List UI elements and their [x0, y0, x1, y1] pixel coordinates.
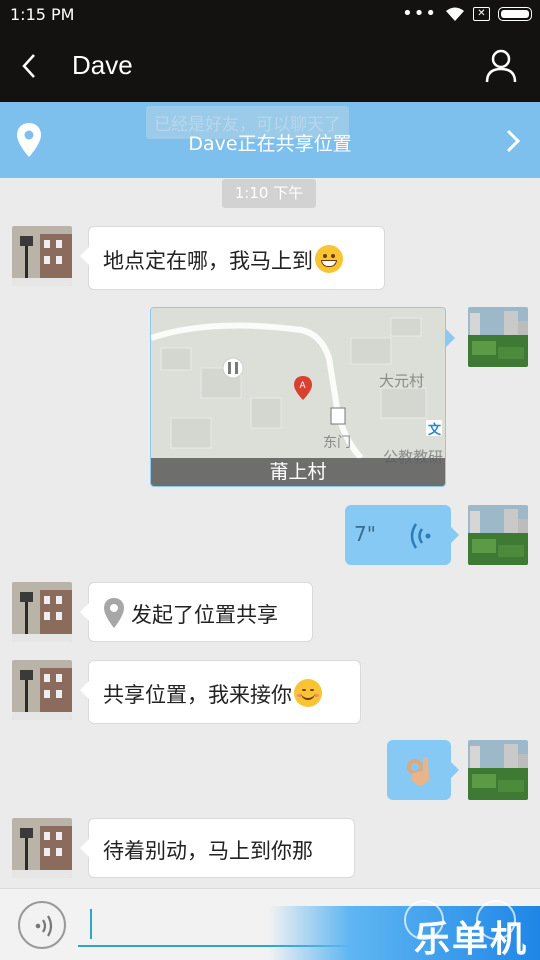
status-icons: ••• ✕ — [402, 3, 532, 24]
location-sharing-banner[interactable]: 已经是好友，可以聊天了 Dave正在共享位置 — [0, 102, 540, 178]
avatar-dave[interactable] — [12, 818, 72, 878]
map-label-village: 大元村 — [379, 372, 425, 390]
message-text: 共享位置，我来接你 — [103, 679, 322, 709]
map-label-gate: 东门 — [323, 435, 351, 451]
message-timestamp: 1:10 下午 — [222, 179, 316, 208]
message-bubble[interactable]: 待着别动，马上到你那 — [80, 818, 355, 878]
message-text: 地点定在哪，我马上到 — [103, 245, 343, 275]
voice-message-bubble[interactable]: 7" — [345, 505, 459, 565]
voice-toggle-button[interactable] — [18, 901, 66, 949]
avatar-dave[interactable] — [12, 660, 72, 720]
status-time: 1:15 PM — [10, 5, 75, 24]
emoji-button[interactable] — [404, 900, 444, 940]
location-pin-icon — [104, 598, 124, 628]
avatar-self[interactable] — [468, 307, 528, 367]
text-cursor — [90, 909, 92, 939]
chat-title: Dave — [72, 50, 133, 80]
person-icon[interactable] — [484, 48, 518, 84]
grin-emoji-icon — [315, 245, 343, 273]
map-bubble-tail — [446, 329, 455, 347]
message-text: 发起了位置共享 — [131, 603, 278, 627]
ok-hand-emoji-icon — [407, 757, 429, 786]
svg-text:文: 文 — [428, 422, 442, 438]
message-text: 待着别动，马上到你那 — [103, 839, 313, 863]
status-bar: 1:15 PM ••• ✕ — [0, 0, 540, 30]
voice-icon — [35, 915, 53, 937]
avatar-self[interactable] — [468, 740, 528, 800]
wifi-icon — [446, 7, 464, 21]
voice-wave-icon — [410, 523, 431, 549]
map-location-caption: 莆上村 — [151, 458, 445, 486]
more-dots-icon: ••• — [402, 3, 437, 24]
emoji-message-bubble[interactable] — [387, 740, 459, 800]
battery-icon — [498, 7, 532, 21]
chevron-right-icon — [506, 129, 521, 153]
location-map-card[interactable]: A 文 大元村 东门 公教教研 莆上村 — [150, 307, 446, 487]
avatar-dave[interactable] — [12, 582, 72, 642]
svg-text:A: A — [300, 381, 307, 391]
sharing-banner-text: Dave正在共享位置 — [188, 133, 352, 155]
chevron-left-icon[interactable] — [16, 50, 46, 82]
blush-smile-emoji-icon — [294, 679, 322, 707]
message-bubble[interactable]: 共享位置，我来接你 — [80, 660, 361, 724]
location-share-bubble[interactable]: 发起了位置共享 — [80, 582, 313, 642]
voice-duration: 7" — [354, 522, 376, 546]
more-button[interactable] — [476, 900, 516, 940]
avatar-self[interactable] — [468, 505, 528, 565]
message-bubble[interactable]: 地点定在哪，我马上到 — [80, 226, 385, 290]
avatar-dave[interactable] — [12, 226, 72, 286]
sim-icon: ✕ — [473, 7, 490, 21]
title-bar: Dave — [0, 30, 540, 102]
